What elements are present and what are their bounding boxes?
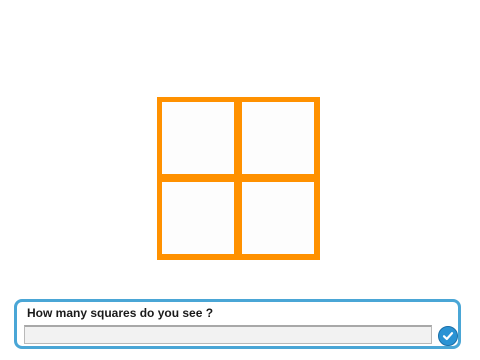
checkmark-icon <box>442 332 454 341</box>
submit-answer-button[interactable] <box>438 326 458 346</box>
grid-cell-bottom-right <box>242 182 314 254</box>
grid-cell-top-left <box>162 102 234 174</box>
answer-input[interactable] <box>24 325 432 344</box>
ask-prompt-panel: How many squares do you see ? <box>14 299 461 349</box>
square-grid-figure <box>157 97 320 260</box>
grid-cell-top-right <box>242 102 314 174</box>
ask-question-text: How many squares do you see ? <box>27 306 214 320</box>
stage: How many squares do you see ? <box>0 0 480 360</box>
grid-cell-bottom-left <box>162 182 234 254</box>
